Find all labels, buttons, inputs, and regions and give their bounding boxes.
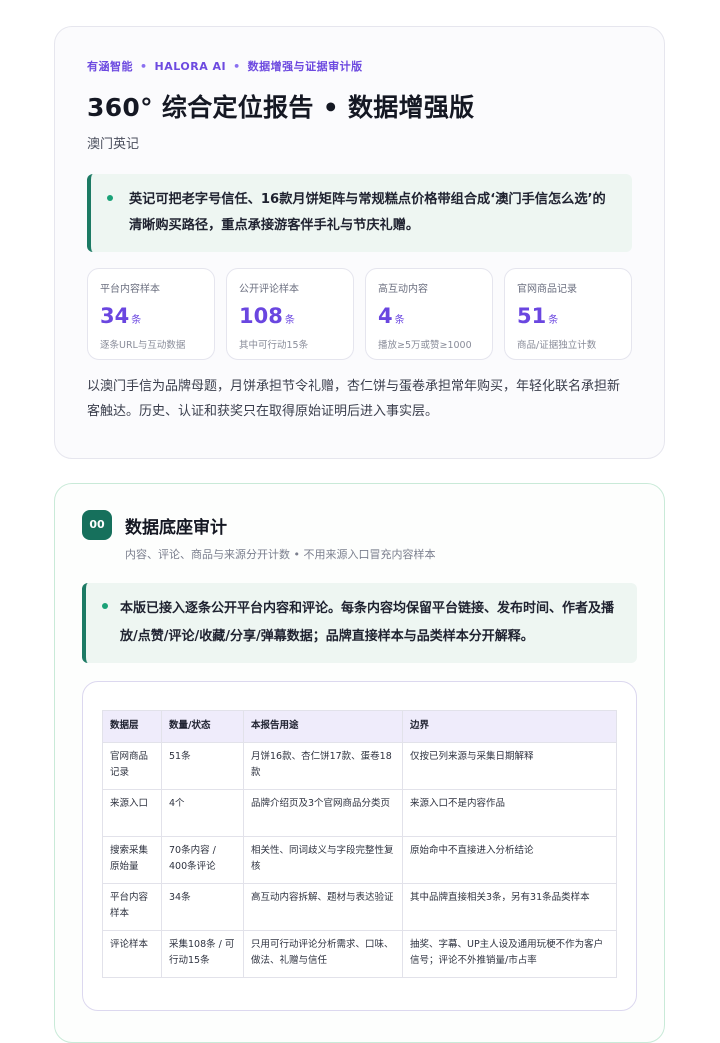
table-cell: 来源入口: [102, 789, 162, 837]
table-cell: 来源入口不是内容作品: [402, 789, 617, 837]
page-subtitle: 澳门英记: [87, 137, 140, 152]
bullet-dot-icon: [102, 603, 108, 609]
table-cell: 品牌介绍页及3个官网商品分类页: [243, 789, 403, 837]
audit-table: 数据层 数量/状态 本报告用途 边界 官网商品记录 51条 月饼16款、杏仁饼1…: [102, 710, 617, 978]
stat-card-product-records: 官网商品记录 51 条 商品/证据独立计数: [504, 268, 632, 360]
table-cell: 平台内容样本: [102, 883, 162, 931]
table-row: 来源入口 4个 品牌介绍页及3个官网商品分类页 来源入口不是内容作品: [102, 789, 617, 837]
summary-text: 英记可把老字号信任、16款月饼矩阵与常规糕点价格带组合成‘澳门手信怎么选’的清晰…: [129, 192, 606, 233]
stat-value: 4: [378, 304, 393, 328]
table-header-row: 数据层 数量/状态 本报告用途 边界: [102, 710, 617, 743]
eyebrow-brand: 有涵智能: [87, 60, 133, 73]
stat-value: 108: [239, 304, 283, 328]
table-cell: 相关性、同词歧义与字段完整性复核: [243, 836, 403, 884]
intro-paragraph: 以澳门手信为品牌母题，月饼承担节令礼赠，杏仁饼与蛋卷承担常年购买，年轻化联名承担…: [87, 379, 621, 419]
table-cell: 官网商品记录: [102, 742, 162, 790]
stat-label: 公开评论样本: [239, 284, 299, 295]
table-row: 评论样本 采集108条 / 可行动15条 只用可行动评论分析需求、口味、做法、礼…: [102, 930, 617, 978]
stat-note: 其中可行动15条: [239, 340, 309, 351]
stat-unit: 条: [394, 315, 405, 326]
table-row: 平台内容样本 34条 高互动内容拆解、题材与表达验证 其中品牌直接相关3条，另有…: [102, 883, 617, 931]
eyebrow-brand-en: HALORA AI: [154, 60, 227, 73]
stat-note: 播放≥5万或赞≥1000: [378, 340, 472, 351]
section-subtitle: 内容、评论、商品与来源分开计数 • 不用来源入口冒充内容样本: [125, 548, 436, 561]
section-number-badge: 00: [82, 510, 112, 540]
column-header: 数量/状态: [161, 710, 244, 743]
section-title: 数据底座审计: [125, 517, 227, 538]
section-callout: 本版已接入逐条公开平台内容和评论。每条内容均保留平台链接、发布时间、作者及播放/…: [82, 583, 637, 663]
table-cell: 其中品牌直接相关3条，另有31条品类样本: [402, 883, 617, 931]
stat-card-content-samples: 平台内容样本 34 条 逐条URL与互动数据: [87, 268, 215, 360]
stat-label: 高互动内容: [378, 284, 428, 295]
table-cell: 原始命中不直接进入分析结论: [402, 836, 617, 884]
stat-label: 平台内容样本: [100, 284, 160, 295]
eyebrow-dot: •: [233, 60, 241, 73]
eyebrow-edition: 数据增强与证据审计版: [247, 60, 363, 73]
stat-card-high-engagement: 高互动内容 4条 播放≥5万或赞≥1000: [365, 268, 493, 360]
section-header: 00 数据底座审计: [82, 510, 637, 540]
section-callout-text: 本版已接入逐条公开平台内容和评论。每条内容均保留平台链接、发布时间、作者及播放/…: [120, 601, 615, 644]
data-audit-section: 00 数据底座审计 内容、评论、商品与来源分开计数 • 不用来源入口冒充内容样本…: [54, 483, 665, 1043]
column-header: 数据层: [102, 710, 162, 743]
summary-callout: 英记可把老字号信任、16款月饼矩阵与常规糕点价格带组合成‘澳门手信怎么选’的清晰…: [87, 174, 632, 252]
table-cell: 51条: [161, 742, 244, 790]
stat-card-comment-samples: 公开评论样本 108 条 其中可行动15条: [226, 268, 354, 360]
table-cell: 4个: [161, 789, 244, 837]
stat-value: 51: [517, 304, 547, 328]
stat-unit: 条: [548, 315, 559, 326]
stat-value: 34: [100, 304, 130, 328]
table-cell: 搜索采集原始量: [102, 836, 162, 884]
table-cell: 采集108条 / 可行动15条: [161, 930, 244, 978]
table-row: 搜索采集原始量 70条内容 / 400条评论 相关性、同词歧义与字段完整性复核 …: [102, 836, 617, 884]
table-cell: 抽奖、字幕、UP主人设及通用玩梗不作为客户信号；评论不外推销量/市占率: [402, 930, 617, 978]
table-cell: 评论样本: [102, 930, 162, 978]
table-cell: 仅按已列来源与采集日期解释: [402, 742, 617, 790]
report-header-card: 有涵智能 • HALORA AI • 数据增强与证据审计版 360° 综合定位报告 • …: [54, 26, 665, 459]
stat-unit: 条: [131, 315, 142, 326]
table-cell: 70条内容 / 400条评论: [161, 836, 244, 884]
table-cell: 高互动内容拆解、题材与表达验证: [243, 883, 403, 931]
bullet-dot-icon: [107, 195, 113, 201]
table-cell: 只用可行动评论分析需求、口味、做法、礼赠与信任: [243, 930, 403, 978]
stat-label: 官网商品记录: [517, 284, 577, 295]
eyebrow-dot: •: [140, 60, 148, 73]
table-row: 官网商品记录 51条 月饼16款、杏仁饼17款、蛋卷18款 仅按已列来源与采集日…: [102, 742, 617, 790]
stat-note: 商品/证据独立计数: [517, 340, 597, 351]
stats-row: 平台内容样本 34 条 逐条URL与互动数据 公开评论样本 108 条 其中可行动1…: [87, 268, 632, 360]
table-cell: 34条: [161, 883, 244, 931]
table-cell: 月饼16款、杏仁饼17款、蛋卷18款: [243, 742, 403, 790]
page-title: 360° 综合定位报告 • 数据增强版: [87, 93, 475, 122]
audit-table-container: 数据层 数量/状态 本报告用途 边界 官网商品记录 51条 月饼16款、杏仁饼1…: [82, 681, 637, 1011]
eyebrow: 有涵智能 • HALORA AI • 数据增强与证据审计版: [87, 59, 632, 75]
column-header: 边界: [402, 710, 617, 743]
stat-note: 逐条URL与互动数据: [100, 340, 186, 351]
column-header: 本报告用途: [243, 710, 403, 743]
stat-unit: 条: [284, 315, 295, 326]
